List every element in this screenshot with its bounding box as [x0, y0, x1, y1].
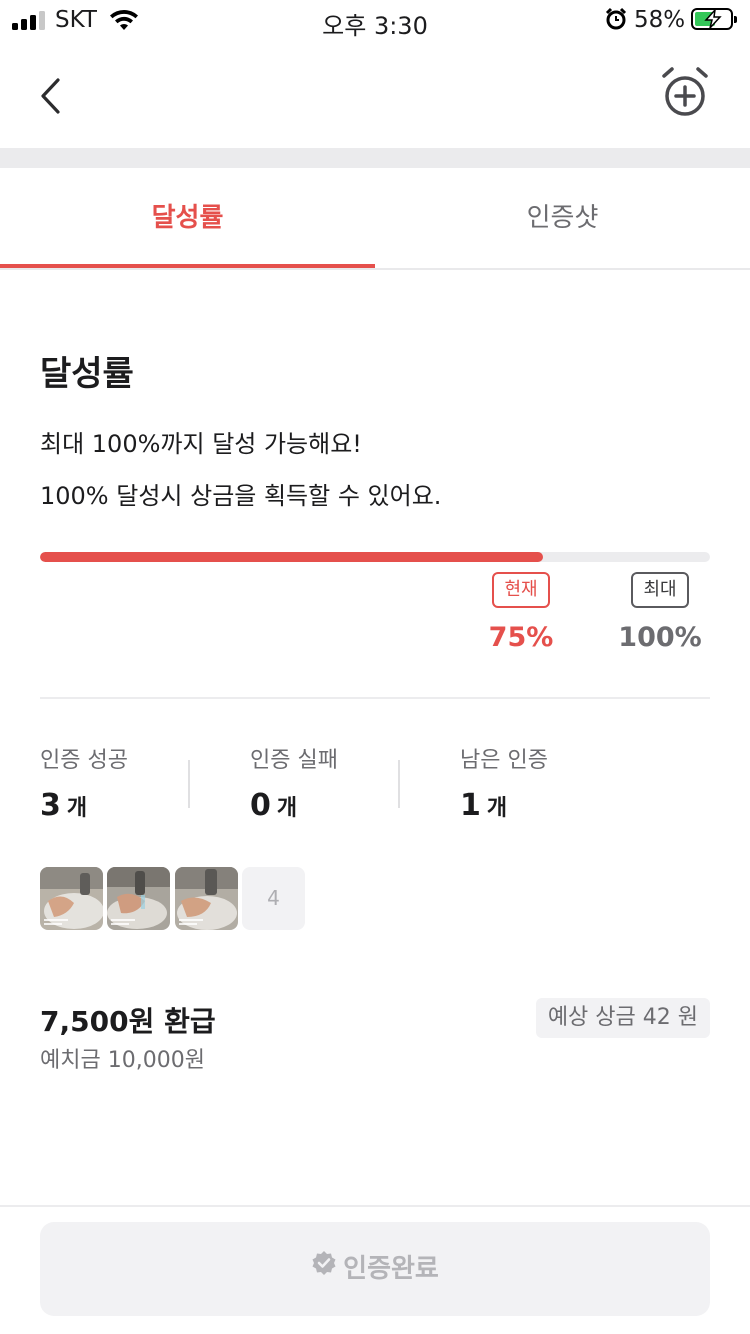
- stat-label: 인증 실패: [250, 748, 338, 773]
- battery-percent-label: 58%: [634, 7, 686, 33]
- chevron-left-icon: [41, 78, 60, 114]
- stat-value: 0: [250, 788, 271, 823]
- complete-button-label: 인증완료: [343, 1254, 439, 1284]
- proof-photo-thumbnail[interactable]: [175, 867, 238, 930]
- stat-unit: 개: [276, 796, 298, 821]
- stat-unit: 개: [486, 796, 508, 821]
- expected-prize-badge: 예상 상금 42 원: [535, 998, 710, 1038]
- stats-row: 인증 성공 3개 인증 실패 0개 남은 인증 1개: [40, 742, 710, 823]
- current-marker: 현재 75%: [471, 572, 571, 653]
- stat-unit: 개: [66, 796, 88, 821]
- max-value: 100%: [618, 622, 702, 653]
- stat-separator: [398, 760, 400, 808]
- tab-proof-shots[interactable]: 인증샷: [375, 168, 750, 268]
- stat-separator: [188, 760, 190, 808]
- proof-photo-thumbnail[interactable]: [40, 867, 103, 930]
- divider: [40, 697, 710, 699]
- section-spacer: [0, 148, 750, 168]
- deposit-amount: 예치금 10,000원: [40, 1048, 205, 1073]
- stat-remaining: 남은 인증 1개: [460, 742, 548, 823]
- complete-verification-button[interactable]: 인증완료: [40, 1222, 710, 1316]
- footer-divider: [0, 1205, 750, 1207]
- battery-icon: [691, 8, 737, 30]
- back-button[interactable]: [28, 72, 76, 120]
- stat-value: 3: [40, 788, 61, 823]
- progress-bar-fill: [40, 552, 543, 562]
- tab-active-indicator: [0, 264, 375, 268]
- max-marker: 최대 100%: [610, 572, 710, 653]
- alarm-clock-icon: [604, 7, 628, 37]
- current-value: 75%: [488, 622, 554, 653]
- stat-value: 1: [460, 788, 481, 823]
- section-title: 달성률: [40, 354, 134, 394]
- max-badge: 최대: [631, 572, 689, 608]
- description-line-2: 100% 달성시 상금을 획득할 수 있어요.: [40, 482, 442, 510]
- status-bar: SKT 오후 3:30 58%: [0, 0, 750, 40]
- tab-bar: 달성률 인증샷: [0, 168, 750, 270]
- nav-bar: [0, 44, 750, 148]
- proof-photo-thumbnail[interactable]: [107, 867, 170, 930]
- description-line-1: 최대 100%까지 달성 가능해요!: [40, 430, 362, 458]
- add-alarm-button[interactable]: [660, 66, 710, 120]
- stat-label: 인증 성공: [40, 748, 128, 773]
- refund-amount: 7,500원 환급: [40, 1005, 216, 1038]
- current-badge: 현재: [492, 572, 550, 608]
- verified-check-icon: [311, 1221, 337, 1315]
- stat-label: 남은 인증: [460, 748, 548, 773]
- alarm-add-icon: [662, 67, 708, 116]
- empty-proof-slot: 4: [242, 867, 305, 930]
- stat-success: 인증 성공 3개: [40, 742, 128, 823]
- stat-fail: 인증 실패 0개: [250, 742, 338, 823]
- tab-achievement[interactable]: 달성률: [0, 168, 375, 268]
- progress-bar: [40, 552, 710, 562]
